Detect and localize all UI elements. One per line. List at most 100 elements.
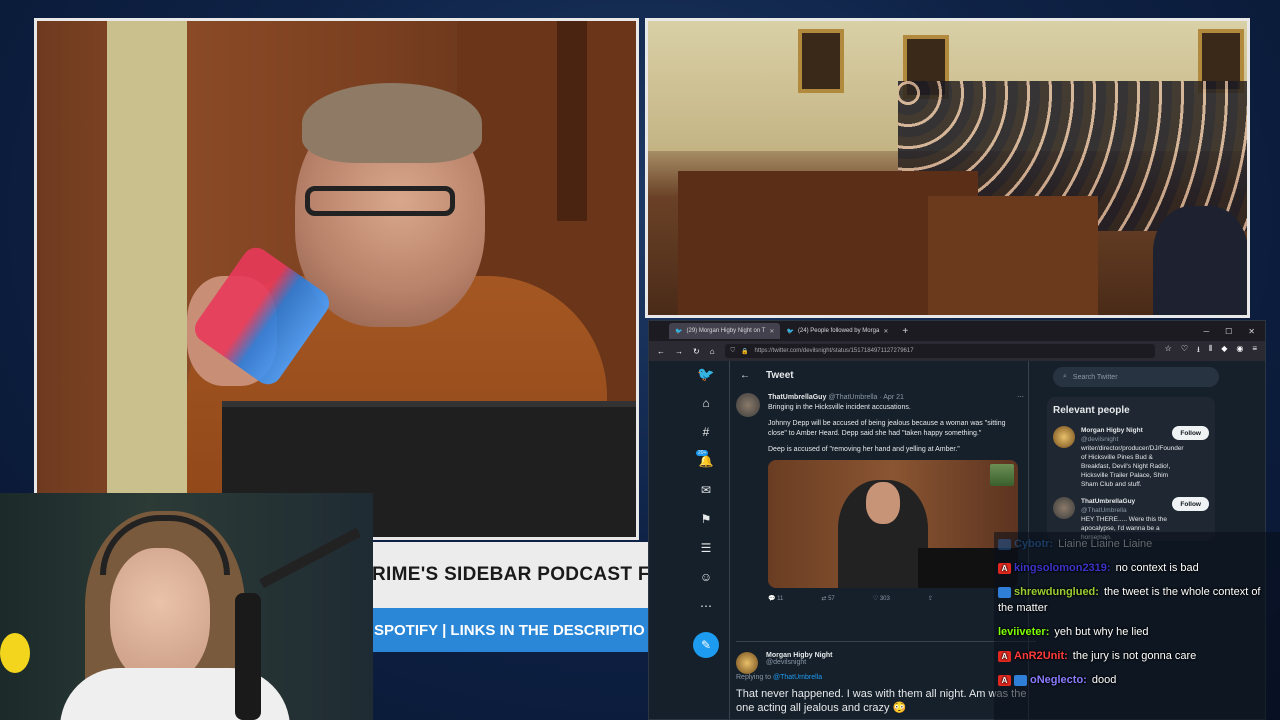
avatar[interactable] xyxy=(1053,426,1075,448)
chat-text: the jury is not gonna care xyxy=(1072,650,1197,662)
subscriber-badge-icon xyxy=(1014,674,1027,686)
retweet-count: 57 xyxy=(828,596,835,602)
rubber-duck xyxy=(0,633,30,673)
follow-button[interactable]: Follow xyxy=(1172,497,1209,511)
search-box[interactable]: ⌕ Search Twitter xyxy=(1053,367,1219,387)
home-icon[interactable]: ⌂ xyxy=(696,394,716,412)
back-arrow-icon[interactable]: ← xyxy=(740,370,750,381)
avatar[interactable] xyxy=(1053,497,1075,519)
share-icon[interactable]: ⇪ xyxy=(928,594,933,604)
reload-icon[interactable]: ↻ xyxy=(693,347,700,356)
wall-light xyxy=(107,21,187,537)
tab-label: (24) People followed by Morga xyxy=(797,328,880,334)
tweet-header: ← Tweet xyxy=(730,361,1028,389)
tweet-paragraph: Johnny Depp will be accused of being jea… xyxy=(768,420,1006,437)
reply-action[interactable]: 💬 11 xyxy=(768,594,783,604)
chat-username[interactable]: leviiveter: xyxy=(998,626,1049,638)
like-count: 303 xyxy=(879,596,890,602)
minimize-icon[interactable]: ─ xyxy=(1203,327,1209,336)
more-options-icon[interactable]: ⋯ xyxy=(1017,393,1024,403)
chat-username[interactable]: Cybotr: xyxy=(1014,538,1053,550)
wood-trim xyxy=(557,21,587,221)
main-tweet[interactable]: ThatUmbrellaGuy @ThatUmbrella · Apr 21 ⋯ … xyxy=(736,393,1024,604)
messages-icon[interactable]: ✉ xyxy=(696,481,716,499)
follow-button[interactable]: Follow xyxy=(1172,426,1209,440)
close-window-icon[interactable]: ✕ xyxy=(1248,327,1255,336)
attorney xyxy=(1153,206,1247,315)
tweet-actions: 💬 11 ⇄ 57 ♡ 303 ⇪ xyxy=(768,594,1024,604)
person-name[interactable]: ThatUmbrellaGuy xyxy=(1081,497,1181,506)
reply-avatar[interactable] xyxy=(736,652,758,674)
close-tab-icon[interactable]: ✕ xyxy=(769,328,774,335)
more-icon[interactable]: ⋯ xyxy=(696,597,716,615)
back-icon[interactable]: ← xyxy=(657,347,665,356)
person-name[interactable]: Morgan Higby Night xyxy=(1081,426,1181,435)
account-icon[interactable]: ◉ xyxy=(1236,344,1243,358)
chat-message: shrewdunglued: the tweet is the whole con… xyxy=(998,584,1276,616)
address-bar[interactable]: ⛉ 🔒 https://twitter.com/devilsnight/stat… xyxy=(724,344,1155,358)
relevant-person[interactable]: Morgan Higby Night @devilsnight writer/d… xyxy=(1053,426,1209,489)
close-tab-icon[interactable]: ✕ xyxy=(883,328,888,335)
relevant-people-title: Relevant people xyxy=(1053,405,1130,416)
author-name[interactable]: ThatUmbrellaGuy xyxy=(768,394,826,401)
chat-text: yeh but why he lied xyxy=(1054,626,1149,638)
tweet-image[interactable] xyxy=(768,460,1018,588)
replying-prefix: Replying to xyxy=(736,674,772,681)
navigation-bar: ← → ↻ ⌂ ⛉ 🔒 https://twitter.com/devilsni… xyxy=(649,341,1265,361)
compose-tweet-button[interactable]: ✎ xyxy=(693,632,719,658)
notification-count: 20+ xyxy=(696,450,709,456)
chat-message: Cybotr: Liaine Liaine Liaine xyxy=(998,536,1276,552)
courtroom-video-gallery xyxy=(645,18,1250,318)
bookmark-star-icon[interactable]: ☆ xyxy=(1165,344,1172,358)
like-action[interactable]: ♡ 303 xyxy=(873,594,890,604)
microphone xyxy=(235,593,261,720)
new-tab-button[interactable]: + xyxy=(902,326,908,337)
tweet-body: ThatUmbrellaGuy @ThatUmbrella · Apr 21 ⋯ … xyxy=(768,393,1024,413)
shield-icon: ⛉ xyxy=(730,347,736,354)
image-face xyxy=(866,482,900,524)
chat-username[interactable]: oNeglecto: xyxy=(1030,674,1087,686)
pocket-icon[interactable]: ♡ xyxy=(1181,344,1188,358)
maximize-icon[interactable]: ☐ xyxy=(1225,327,1232,336)
download-icon[interactable]: ⭳ xyxy=(1197,344,1200,358)
chat-message: Akingsolomon2319: no context is bad xyxy=(998,560,1276,576)
bookmarks-icon[interactable]: ⚑ xyxy=(696,510,716,528)
avatar[interactable] xyxy=(736,393,760,417)
lists-icon[interactable]: ☰ xyxy=(696,539,716,557)
replying-to-link[interactable]: @ThatUmbrella xyxy=(773,674,822,681)
page-title: Tweet xyxy=(766,369,794,381)
handle-date: @ThatUmbrella · Apr 21 xyxy=(828,394,904,401)
stream-chat: Cybotr: Liaine Liaine Liaine Akingsolomon… xyxy=(994,532,1280,720)
chat-username[interactable]: shrewdunglued: xyxy=(1014,586,1099,598)
chat-username[interactable]: kingsolomon2319: xyxy=(1014,562,1111,574)
forward-icon[interactable]: → xyxy=(675,347,683,356)
home-icon[interactable]: ⌂ xyxy=(710,347,715,356)
browser-tab-active[interactable]: 🐦 (29) Morgan Higby Night on T ✕ xyxy=(669,323,781,339)
notifications-icon[interactable]: 🔔 20+ xyxy=(696,450,716,470)
chat-message: leviiveter: yeh but why he lied xyxy=(998,624,1276,640)
subscriber-badge-icon xyxy=(998,538,1011,550)
chat-text: no context is bad xyxy=(1115,562,1199,574)
chat-message: A AnR2Unit: the jury is not gonna care xyxy=(998,648,1276,664)
anime-badge-icon: A xyxy=(998,562,1011,574)
tweet-line: Bringing in the Hicksville incident accu… xyxy=(768,404,911,411)
profile-icon[interactable]: ☺ xyxy=(696,568,716,586)
search-icon: ⌕ xyxy=(1063,373,1067,380)
reply-tweet[interactable]: Morgan Higby Night @devilsnight Replying… xyxy=(736,641,1036,715)
twitter-bird-icon: 🐦 xyxy=(675,328,683,335)
twitter-bird-icon: 🐦 xyxy=(786,328,794,335)
bench xyxy=(928,196,1098,315)
streamer-webcam xyxy=(0,493,373,720)
library-icon[interactable]: ⫴ xyxy=(1209,344,1212,358)
person-bio: writer/director/producer/DJ/Founder of H… xyxy=(1081,445,1184,488)
extension-icon[interactable]: ◆ xyxy=(1221,344,1227,358)
chat-username[interactable]: AnR2Unit: xyxy=(1014,650,1068,662)
twitter-logo-icon[interactable]: 🐦 xyxy=(696,365,716,383)
menu-icon[interactable]: ≡ xyxy=(1252,344,1257,358)
retweet-action[interactable]: ⇄ 57 xyxy=(821,594,834,604)
explore-hash-icon[interactable]: # xyxy=(696,423,716,441)
relevant-people-card: Relevant people Morgan Higby Night @devi… xyxy=(1047,397,1215,541)
twitter-sidebar: 🐦 ⌂ # 🔔 20+ ✉ ⚑ ☰ ☺ ⋯ ✎ xyxy=(693,365,719,658)
witness-hair xyxy=(302,83,482,163)
browser-tab[interactable]: 🐦 (24) People followed by Morga ✕ xyxy=(780,323,894,339)
